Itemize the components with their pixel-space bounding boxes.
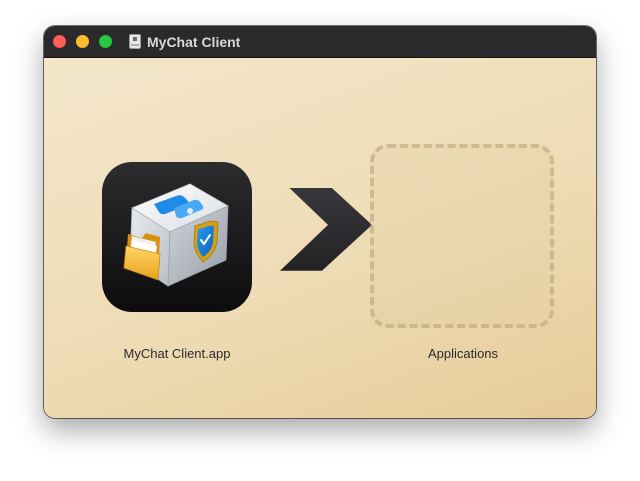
window-title: MyChat Client bbox=[147, 33, 241, 50]
applications-folder-drop-target[interactable] bbox=[370, 144, 554, 328]
minimize-button[interactable] bbox=[76, 35, 89, 48]
window-title-group: MyChat Client bbox=[129, 26, 240, 57]
mychat-client-app-icon[interactable] bbox=[102, 162, 252, 312]
installer-window: MyChat Client MyChat Client.app Applicat… bbox=[44, 26, 596, 418]
chevron-right-arrow-icon bbox=[280, 188, 372, 271]
installer-background: MyChat Client.app Applications bbox=[44, 58, 596, 418]
applications-label: Applications bbox=[427, 346, 499, 361]
app-label: MyChat Client.app bbox=[123, 346, 231, 361]
close-button[interactable] bbox=[53, 35, 66, 48]
zoom-button[interactable] bbox=[99, 35, 112, 48]
disk-image-icon bbox=[129, 34, 141, 49]
title-bar[interactable]: MyChat Client bbox=[44, 26, 596, 58]
